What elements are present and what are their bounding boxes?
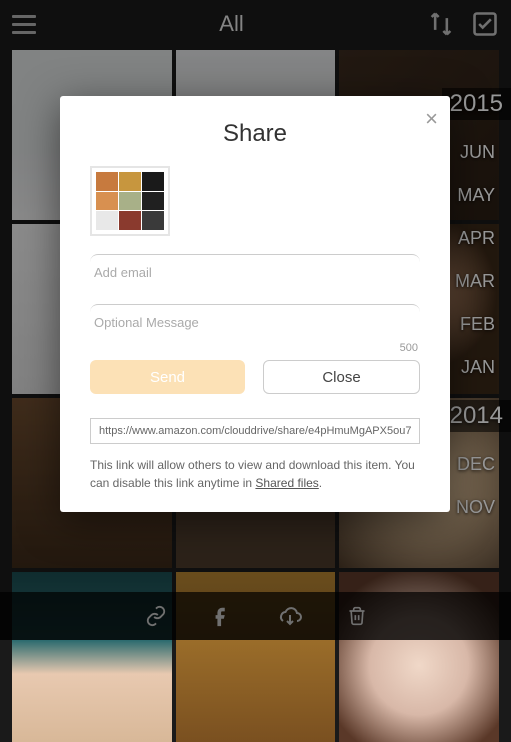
share-note: This link will allow others to view and …	[90, 456, 420, 492]
send-button[interactable]: Send	[90, 360, 245, 394]
modal-title: Share	[90, 120, 420, 148]
message-field[interactable]	[90, 304, 420, 332]
close-button[interactable]: Close	[263, 360, 420, 394]
char-counter: 500	[400, 342, 418, 354]
close-icon[interactable]: ×	[425, 106, 438, 132]
share-modal: × Share 500 Send Close This link will al…	[60, 96, 450, 512]
share-thumbnail	[90, 166, 170, 236]
share-url-field[interactable]	[90, 418, 420, 444]
email-field[interactable]	[90, 254, 420, 282]
shared-files-link[interactable]: Shared files	[255, 476, 318, 490]
